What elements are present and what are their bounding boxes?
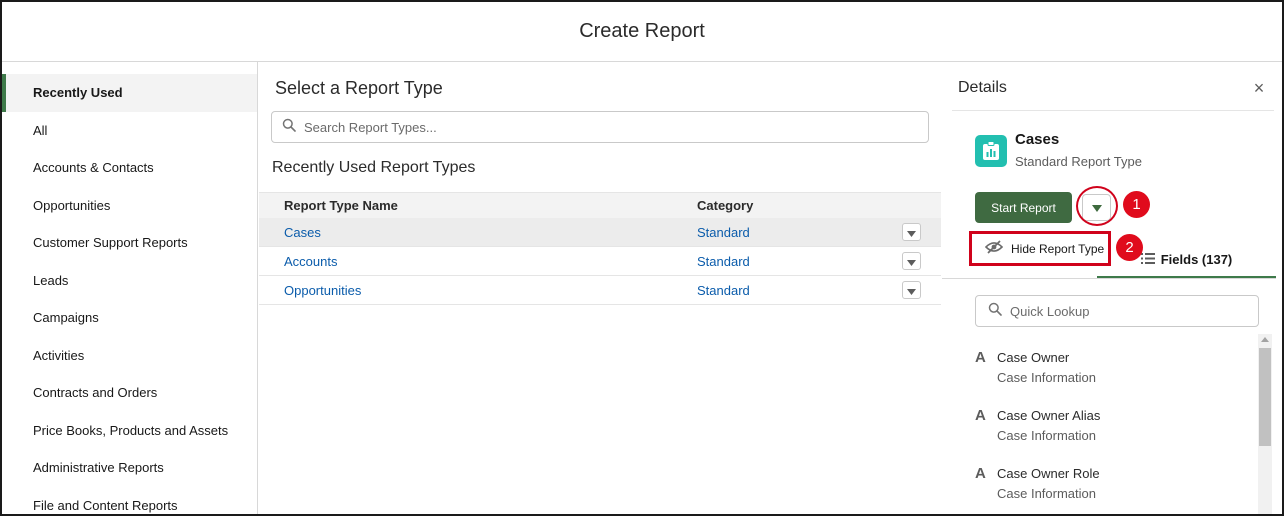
field-group: Case Information	[997, 486, 1096, 501]
column-header-category[interactable]: Category	[697, 198, 897, 213]
sidebar-item-opportunities[interactable]: Opportunities	[2, 187, 257, 225]
sidebar-item-contracts-orders[interactable]: Contracts and Orders	[2, 374, 257, 412]
object-name: Cases	[1015, 131, 1060, 148]
chevron-down-icon	[907, 225, 916, 240]
report-type-name-link[interactable]: Cases	[259, 225, 697, 240]
report-type-table: Report Type Name Category Cases Standard…	[259, 192, 941, 305]
panel-title: Select a Report Type	[275, 78, 443, 98]
sidebar-item-all[interactable]: All	[2, 112, 257, 150]
field-list: A Case Owner Case Information A Case Own…	[975, 345, 1255, 514]
field-name: Case Owner Alias	[997, 408, 1101, 423]
row-actions-button[interactable]	[902, 223, 921, 241]
create-report-modal: Create Report Recently Used All Accounts…	[0, 0, 1284, 516]
details-title: Details	[958, 79, 1007, 96]
table-header: Report Type Name Category	[259, 192, 941, 218]
field-list-scrollbar[interactable]	[1258, 334, 1272, 514]
modal-title: Create Report	[579, 20, 705, 42]
text-field-icon: A	[975, 407, 986, 424]
field-group: Case Information	[997, 428, 1096, 443]
object-type: Standard Report Type	[1015, 154, 1142, 169]
scrollbar-thumb[interactable]	[1259, 348, 1271, 446]
sidebar-item-customer-support[interactable]: Customer Support Reports	[2, 224, 257, 262]
table-row[interactable]: Opportunities Standard	[259, 276, 941, 305]
start-report-button[interactable]: Start Report	[975, 192, 1072, 223]
table-row[interactable]: Cases Standard	[259, 218, 941, 247]
list-icon	[1140, 252, 1155, 267]
sidebar-item-activities[interactable]: Activities	[2, 337, 257, 375]
eye-slash-icon	[984, 240, 1004, 257]
list-item[interactable]: A Case Owner Role Case Information	[975, 461, 1255, 514]
divider	[952, 110, 1274, 111]
search-input[interactable]	[304, 119, 904, 135]
modal-header: Create Report	[2, 2, 1282, 62]
annotation-step-2-badge: 2	[1116, 234, 1143, 261]
report-object-icon	[975, 135, 1007, 167]
list-item[interactable]: A Case Owner Case Information	[975, 345, 1255, 403]
sidebar-item-recently-used[interactable]: Recently Used	[2, 74, 257, 112]
row-actions-button[interactable]	[902, 281, 921, 299]
hide-report-type-menu-item[interactable]: Hide Report Type	[969, 231, 1111, 266]
report-type-name-link[interactable]: Opportunities	[259, 283, 697, 298]
sidebar-item-accounts-contacts[interactable]: Accounts & Contacts	[2, 149, 257, 187]
report-type-category: Standard	[697, 282, 750, 298]
annotation-step-1-badge: 1	[1123, 191, 1150, 218]
report-type-panel: Select a Report Type Recently Used Repor…	[259, 62, 941, 514]
chevron-down-icon	[907, 254, 916, 269]
search-icon	[988, 302, 1002, 321]
list-item[interactable]: A Case Owner Alias Case Information	[975, 403, 1255, 461]
quick-lookup	[975, 295, 1259, 327]
category-sidebar: Recently Used All Accounts & Contacts Op…	[2, 62, 258, 515]
column-header-name[interactable]: Report Type Name	[259, 198, 697, 213]
chevron-down-icon	[907, 283, 916, 298]
search-icon	[282, 118, 296, 137]
sidebar-item-leads[interactable]: Leads	[2, 262, 257, 300]
field-group: Case Information	[997, 370, 1096, 385]
row-actions-button[interactable]	[902, 252, 921, 270]
section-label: Recently Used Report Types	[272, 159, 476, 176]
close-icon[interactable]: ×	[1249, 78, 1269, 98]
sidebar-item-administrative[interactable]: Administrative Reports	[2, 449, 257, 487]
report-type-category: Standard	[697, 253, 750, 269]
sidebar-item-price-books[interactable]: Price Books, Products and Assets	[2, 412, 257, 450]
text-field-icon: A	[975, 349, 986, 366]
quick-lookup-input[interactable]	[1010, 303, 1250, 319]
sidebar-item-file-content[interactable]: File and Content Reports	[2, 487, 257, 515]
text-field-icon: A	[975, 465, 986, 482]
sidebar-item-campaigns[interactable]: Campaigns	[2, 299, 257, 337]
field-name: Case Owner	[997, 350, 1070, 365]
report-type-search	[271, 111, 929, 143]
report-type-category: Standard	[697, 224, 750, 240]
field-name: Case Owner Role	[997, 466, 1100, 481]
details-panel: Details × Cases Standard Report Type Sta…	[942, 62, 1282, 514]
hide-report-type-label: Hide Report Type	[1011, 241, 1105, 256]
report-type-name-link[interactable]: Accounts	[259, 254, 697, 269]
table-row[interactable]: Accounts Standard	[259, 247, 941, 276]
tab-fields-label: Fields (137)	[1160, 251, 1233, 267]
annotation-highlight-ring	[1076, 186, 1118, 226]
tabs-divider	[942, 278, 1276, 279]
scroll-up-arrow[interactable]	[1261, 337, 1269, 342]
